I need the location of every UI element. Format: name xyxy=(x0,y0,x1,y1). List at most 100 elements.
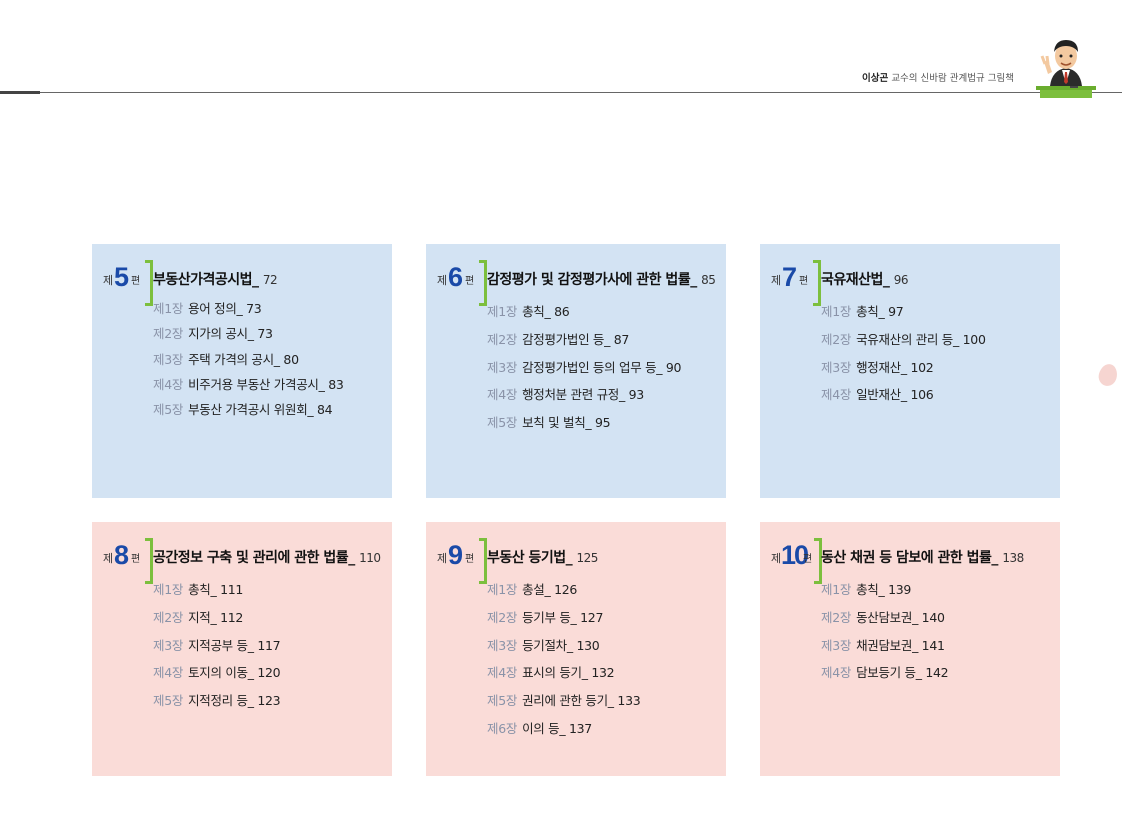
chapter-title: 주택 가격의 공시_ 80 xyxy=(188,351,299,367)
chapter-item: 제3장 채권담보권_ 141 xyxy=(821,632,948,660)
chapter-title: 용어 정의_ 73 xyxy=(188,301,262,316)
part-title-text: 부동산가격공시법_ xyxy=(153,272,259,288)
chapter-number: 제1장 xyxy=(821,582,852,597)
chapter-number: 제5장 xyxy=(153,693,184,709)
chapter-number: 제3장 xyxy=(487,637,518,653)
chapter-item: 제3장 감정평가법인 등의 업무 등_ 90 xyxy=(487,354,682,382)
part-bracket xyxy=(145,260,153,306)
chapter-title: 담보등기 등_ 142 xyxy=(856,665,949,681)
chapter-title: 이의 등_ 137 xyxy=(522,720,592,736)
part-title-text: 공간정보 구축 및 관리에 관한 법률_ xyxy=(153,550,355,566)
chapter-title: 총설_ 126 xyxy=(522,582,578,597)
chapter-item: 제5장 권리에 관한 등기_ 133 xyxy=(487,687,641,715)
chapter-title: 지가의 공시_ 73 xyxy=(188,326,273,342)
part-page-number: 110 xyxy=(359,551,381,565)
chapter-item: 제2장 등기부 등_ 127 xyxy=(487,604,640,632)
part-page-number: 72 xyxy=(262,273,278,287)
chapter-number: 제2장 xyxy=(487,609,518,625)
chapter-list: 제1장 총칙_ 111 제2장 지적_ 112 제3장 지적공부 등_ 117 제4장… xyxy=(153,576,281,715)
part-prefix: 제 xyxy=(771,552,782,565)
chapter-item: 제2장 국유재산의 관리 등_ 100 xyxy=(821,326,986,354)
part-8-heading: 제 8 편 공간정보 구축 및 관리에 관한 법률_ 110 xyxy=(102,538,392,584)
part-5-heading: 제 5 편 부동산가격공시법_ 72 xyxy=(102,260,392,306)
header-rule xyxy=(0,92,1122,93)
part-6-panel: 제 6 편 감정평가 및 감정평가사에 관한 법률_ 85 제1장 총칙_ 86 … xyxy=(426,244,726,498)
chapter-number: 제2장 xyxy=(821,331,852,347)
part-page-number: 125 xyxy=(576,551,599,565)
part-page-number: 96 xyxy=(893,273,909,287)
mascot-illustration xyxy=(1036,40,1096,98)
chapter-item: 제5장 지적정리 등_ 123 xyxy=(153,687,281,715)
chapter-number: 제4장 xyxy=(153,665,184,681)
part-title: 부동산 등기법_ 125 xyxy=(487,547,598,567)
chapter-title: 비주거용 부동산 가격공시_ 83 xyxy=(188,376,344,392)
chapter-number: 제4장 xyxy=(153,376,184,392)
part-suffix: 편 xyxy=(465,554,475,565)
part-number: 7 xyxy=(782,262,797,292)
part-7-panel: 제 7 편 국유재산법_ 96 제1장 총칙_ 97 제2장 국유재산의 관리 등_… xyxy=(760,244,1060,498)
chapter-list: 제1장 총칙_ 97 제2장 국유재산의 관리 등_ 100 제3장 행정재산_ 10… xyxy=(821,298,986,409)
chapter-item: 제1장 총칙_ 139 xyxy=(821,576,948,604)
chapter-title: 등기부 등_ 127 xyxy=(522,609,604,625)
chapter-title: 총칙_ 86 xyxy=(522,304,570,319)
chapter-list: 제1장 총칙_ 86 제2장 감정평가법인 등_ 87 제3장 감정평가법인 등의 업… xyxy=(487,298,682,437)
part-title-text: 감정평가 및 감정평가사에 관한 법률_ xyxy=(487,272,697,288)
chapter-number: 제5장 xyxy=(153,402,184,418)
chapter-item: 제1장 용어 정의_ 73 xyxy=(153,296,344,321)
chapter-item: 제5장 보칙 및 벌칙_ 95 xyxy=(487,409,681,437)
chapter-title: 감정평가법인 등의 업무 등_ 90 xyxy=(522,359,682,375)
chapter-number: 제2장 xyxy=(487,331,518,347)
chapter-number: 제2장 xyxy=(821,609,852,625)
part-suffix: 편 xyxy=(799,276,809,287)
chapter-item: 제1장 총칙_ 111 xyxy=(153,576,280,604)
chapter-item: 제4장 일반재산_ 106 xyxy=(821,381,986,409)
chapter-title: 동산담보권_ 140 xyxy=(856,609,945,625)
part-10-panel: 제 10 편 동산 채권 등 담보에 관한 법률_ 138 제1장 총칙_ 139… xyxy=(760,522,1060,776)
part-page-number: 85 xyxy=(701,273,716,287)
chapter-item: 제2장 지적_ 112 xyxy=(153,604,280,632)
chapter-item: 제2장 감정평가법인 등_ 87 xyxy=(487,326,681,354)
chapter-title: 행정재산_ 102 xyxy=(856,359,934,375)
chapter-title: 국유재산의 관리 등_ 100 xyxy=(856,331,986,347)
part-title: 부동산가격공시법_ 72 xyxy=(153,269,278,289)
chapter-item: 제3장 등기절차_ 130 xyxy=(487,632,640,660)
chapter-number: 제2장 xyxy=(153,326,184,342)
part-number: 6 xyxy=(448,262,463,292)
chapter-item: 제1장 총칙_ 97 xyxy=(821,298,986,326)
chapter-title: 지적공부 등_ 117 xyxy=(188,637,281,653)
running-header: 이상곤 교수의 신바람 관계법규 그림책 xyxy=(862,70,1014,84)
chapter-number: 제3장 xyxy=(487,359,518,375)
chapter-title: 지적_ 112 xyxy=(188,609,244,625)
chapter-list: 제1장 총설_ 126 제2장 등기부 등_ 127 제3장 등기절차_ 130 제4… xyxy=(487,576,641,743)
chapter-item: 제6장 이의 등_ 137 xyxy=(487,715,640,743)
chapter-item: 제2장 지가의 공시_ 73 xyxy=(153,321,344,346)
part-8-panel: 제 8 편 공간정보 구축 및 관리에 관한 법률_ 110 제1장 총칙_ 11… xyxy=(92,522,392,776)
chapter-title: 총칙_ 111 xyxy=(188,582,244,597)
part-title: 국유재산법_ 96 xyxy=(821,269,909,289)
part-suffix: 편 xyxy=(465,276,475,287)
part-number: 5 xyxy=(114,262,129,292)
chapter-number: 제5장 xyxy=(487,693,518,709)
chapter-number: 제4장 xyxy=(487,665,518,681)
chapter-number: 제4장 xyxy=(821,387,852,403)
chapter-number: 제2장 xyxy=(153,609,184,625)
part-title: 동산 채권 등 담보에 관한 법률_ 138 xyxy=(821,547,1024,567)
chapter-item: 제3장 지적공부 등_ 117 xyxy=(153,632,281,660)
chapter-number: 제3장 xyxy=(821,359,852,375)
chapter-title: 등기절차_ 130 xyxy=(522,637,600,653)
chapter-item: 제1장 총설_ 126 xyxy=(487,576,640,604)
side-decoration xyxy=(1096,362,1120,388)
part-bracket xyxy=(479,260,487,306)
chapter-title: 지적정리 등_ 123 xyxy=(188,693,281,709)
chapter-item: 제3장 행정재산_ 102 xyxy=(821,354,986,382)
chapter-title: 표시의 등기_ 132 xyxy=(522,665,615,681)
part-title: 공간정보 구축 및 관리에 관한 법률_ 110 xyxy=(153,547,381,567)
part-10-heading: 제 10 편 동산 채권 등 담보에 관한 법률_ 138 xyxy=(770,538,1060,584)
part-prefix: 제 xyxy=(771,274,782,287)
chapter-number: 제1장 xyxy=(153,582,184,597)
author-name: 이상곤 xyxy=(862,73,889,84)
part-title-text: 동산 채권 등 담보에 관한 법률_ xyxy=(821,550,998,566)
chapter-title: 권리에 관한 등기_ 133 xyxy=(522,693,641,709)
chapter-number: 제4장 xyxy=(821,665,852,681)
chapter-item: 제4장 담보등기 등_ 142 xyxy=(821,659,949,687)
